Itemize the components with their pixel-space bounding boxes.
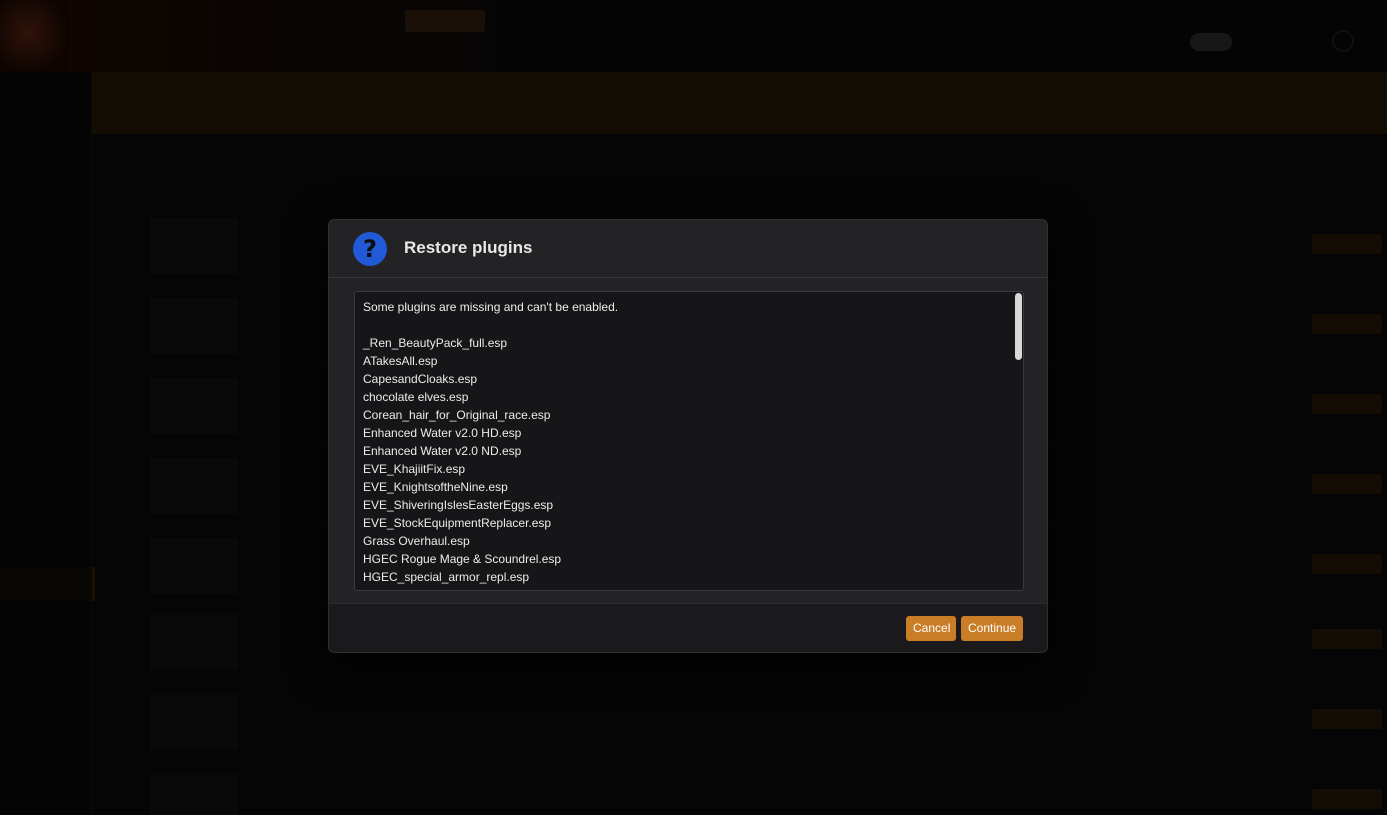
plugin-list: _Ren_BeautyPack_full.esp ATakesAll.esp Cap… xyxy=(363,334,1003,586)
plugin-list-item: HGEC Rogue Mage & Scoundrel.esp xyxy=(363,552,562,566)
cancel-button[interactable]: Cancel xyxy=(906,616,956,641)
dialog-body: Some plugins are missing and can't be en… xyxy=(329,278,1047,603)
dialog-footer: Cancel Continue xyxy=(329,603,1047,652)
plugin-list-item: _Ren_BeautyPack_full.esp xyxy=(363,336,508,350)
restore-plugins-dialog: ? Restore plugins Some plugins are missi… xyxy=(328,219,1048,653)
scrollbar[interactable] xyxy=(1012,293,1022,589)
plugin-list-item: Enhanced Water v2.0 ND.esp xyxy=(363,444,522,458)
plugin-list-item: Corean_hair_for_Original_race.esp xyxy=(363,408,551,422)
plugin-list-item: EVE_KhajiitFix.esp xyxy=(363,462,466,476)
plugin-list-item: HGEC_special_armor_repl.esp xyxy=(363,570,530,584)
plugin-list-item: EVE_KnightsoftheNine.esp xyxy=(363,480,508,494)
question-icon: ? xyxy=(353,232,387,266)
dialog-header: ? Restore plugins xyxy=(329,220,1047,278)
scrollbar-thumb[interactable] xyxy=(1015,293,1022,360)
plugin-list-item: EVE_ShiveringIslesEasterEggs.esp xyxy=(363,498,554,512)
plugin-list-item: ATakesAll.esp xyxy=(363,354,438,368)
plugin-list-item: Grass Overhaul.esp xyxy=(363,534,470,548)
plugins-text: Some plugins are missing and can't be en… xyxy=(363,298,1003,586)
plugins-text-area[interactable]: Some plugins are missing and can't be en… xyxy=(354,291,1024,591)
missing-message: Some plugins are missing and can't be en… xyxy=(363,300,619,314)
continue-button[interactable]: Continue xyxy=(961,616,1023,641)
dialog-title: Restore plugins xyxy=(404,238,533,257)
plugin-list-item: EVE_StockEquipmentReplacer.esp xyxy=(363,516,552,530)
plugin-list-item: CapesandCloaks.esp xyxy=(363,372,478,386)
plugin-list-item: Enhanced Water v2.0 HD.esp xyxy=(363,426,522,440)
plugin-list-item: chocolate elves.esp xyxy=(363,390,469,404)
